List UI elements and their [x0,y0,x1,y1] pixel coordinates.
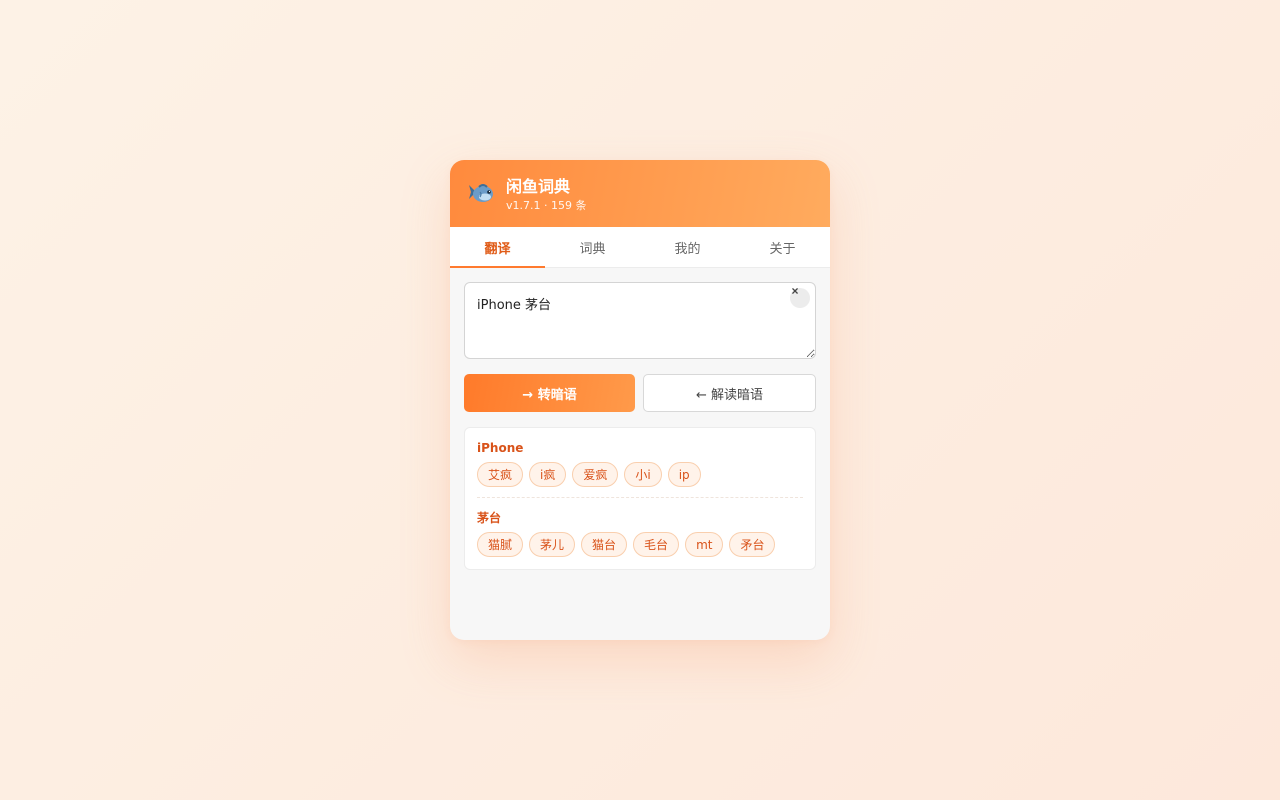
slang-chip[interactable]: i疯 [529,462,567,487]
result-word: 茅台 [477,511,502,525]
slang-chip[interactable]: 猫台 [581,532,628,557]
tab-dictionary[interactable]: 词典 [545,227,640,267]
tab-translate[interactable]: 翻译 [450,227,545,268]
translate-input[interactable]: iPhone 茅台 [464,282,816,359]
slang-chip[interactable]: 小i [624,462,662,487]
result-group: iPhone 艾疯 i疯 爱疯 小i ip [477,440,803,487]
tab-mine[interactable]: 我的 [640,227,735,267]
translate-panel: iPhone 茅台 × → 转暗语 ← 解读暗语 iPhone 艾疯 i疯 爱疯… [450,268,830,570]
extension-popup: 闲鱼词典 v1.7.1 · 159 条 翻译 词典 我的 关于 iPhone 茅… [450,160,830,640]
slang-chip[interactable]: 艾疯 [477,462,524,487]
encode-button[interactable]: → 转暗语 [464,374,635,412]
action-buttons: → 转暗语 ← 解读暗语 [464,374,816,412]
tab-about[interactable]: 关于 [735,227,830,267]
input-wrapper: iPhone 茅台 × [464,282,816,359]
decode-button[interactable]: ← 解读暗语 [643,374,816,412]
results-card: iPhone 艾疯 i疯 爱疯 小i ip 茅台 猫腻 茅儿 猫台 毛台 mt … [464,427,816,570]
app-title: 闲鱼词典 [506,176,571,196]
slang-chip[interactable]: 矛台 [729,532,776,557]
slang-chip[interactable]: ip [667,462,701,487]
result-group: 茅台 猫腻 茅儿 猫台 毛台 mt 矛台 [477,497,803,557]
popup-header: 闲鱼词典 v1.7.1 · 159 条 [450,160,830,227]
app-version-count: v1.7.1 · 159 条 [506,198,587,212]
slang-chip[interactable]: 毛台 [633,532,680,557]
slang-chip-list: 艾疯 i疯 爱疯 小i ip [477,462,803,487]
tab-bar: 翻译 词典 我的 关于 [450,227,830,268]
clear-button[interactable]: × [790,284,810,308]
slang-chip-list: 猫腻 茅儿 猫台 毛台 mt 矛台 [477,532,803,557]
result-word: iPhone [477,441,524,455]
slang-chip[interactable]: mt [685,532,724,557]
slang-chip[interactable]: 猫腻 [477,532,524,557]
fish-icon [464,178,496,210]
slang-chip[interactable]: 爱疯 [572,462,619,487]
close-icon: × [791,284,799,298]
title-block: 闲鱼词典 v1.7.1 · 159 条 [506,175,586,213]
slang-chip[interactable]: 茅儿 [529,532,576,557]
